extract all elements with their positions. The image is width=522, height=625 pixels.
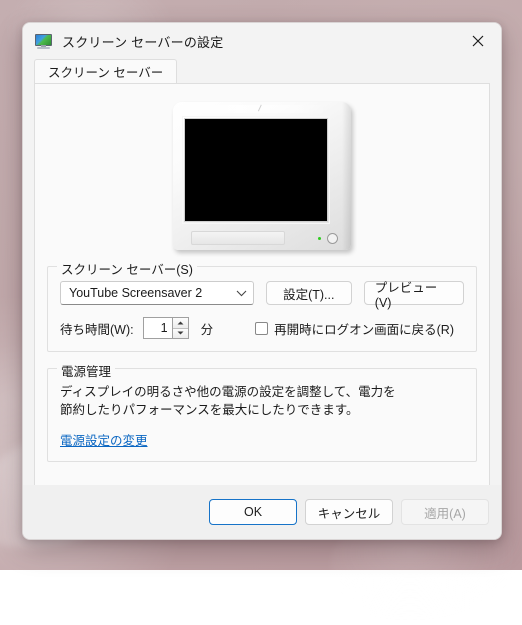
resume-logon-label: 再開時にログオン画面に戻る(R) <box>274 322 454 337</box>
screensaver-selection-row: YouTube Screensaver 2 設定(T)... プレビュー(V) <box>60 281 464 310</box>
monitor-preview <box>173 102 351 250</box>
tab-strip: スクリーン セーバー <box>23 59 501 83</box>
screensaver-select-value: YouTube Screensaver 2 <box>69 286 203 300</box>
monitor-icon <box>35 33 52 49</box>
preview-button[interactable]: プレビュー(V) <box>363 281 464 310</box>
wait-time-value: 1 <box>160 321 168 335</box>
preview-area <box>47 84 477 260</box>
settings-button[interactable]: 設定(T)... <box>265 281 352 305</box>
screensaver-group: スクリーン セーバー(S) YouTube Screensaver 2 設定(T… <box>47 259 477 352</box>
apply-button: 適用(A) <box>401 499 489 525</box>
cancel-button[interactable]: キャンセル <box>305 499 393 525</box>
resume-logon-checkbox[interactable]: 再開時にログオン画面に戻る(R) <box>255 319 454 338</box>
tab-screensaver[interactable]: スクリーン セーバー <box>34 59 178 83</box>
power-led-icon <box>318 237 321 240</box>
wait-time-row: 待ち時間(W): 1 分 再開時にログオン画面に戻る(R) <box>60 317 464 339</box>
screensaver-select[interactable]: YouTube Screensaver 2 <box>60 281 254 305</box>
stepper-up-icon[interactable] <box>172 318 188 329</box>
change-power-settings-link[interactable]: 電源設定の変更 <box>60 430 148 449</box>
power-management-description: ディスプレイの明るさや他の電源の設定を調整して、電力を節約したりパフォーマンスを… <box>60 385 396 417</box>
stepper-down-icon[interactable] <box>172 328 188 338</box>
wait-time-unit: 分 <box>200 322 214 337</box>
tab-page-screensaver: スクリーン セーバー(S) YouTube Screensaver 2 設定(T… <box>34 83 490 485</box>
wait-time-stepper[interactable]: 1 <box>142 317 189 339</box>
power-management-group: 電源管理 ディスプレイの明るさや他の電源の設定を調整して、電力を節約したりパフォ… <box>47 361 477 462</box>
ok-button[interactable]: OK <box>209 499 297 525</box>
screensaver-settings-dialog: スクリーン セーバーの設定 スクリーン セーバー スクリーン セーバー(S) Y… <box>22 22 502 540</box>
checkbox-icon <box>255 321 269 335</box>
title-bar: スクリーン セーバーの設定 <box>23 23 501 59</box>
power-management-legend: 電源管理 <box>57 361 116 380</box>
monitor-speaker-bar <box>191 231 285 245</box>
monitor-power-button-icon <box>327 233 338 244</box>
monitor-screen <box>184 118 328 222</box>
window-title: スクリーン セーバーの設定 <box>62 34 224 50</box>
tab-label: スクリーン セーバー <box>48 66 164 80</box>
wait-time-label: 待ち時間(W): <box>60 322 134 337</box>
dialog-footer: OK キャンセル 適用(A) <box>23 485 501 539</box>
close-icon[interactable] <box>455 23 501 59</box>
chevron-down-icon <box>236 290 247 297</box>
screensaver-group-legend: スクリーン セーバー(S) <box>57 259 197 278</box>
